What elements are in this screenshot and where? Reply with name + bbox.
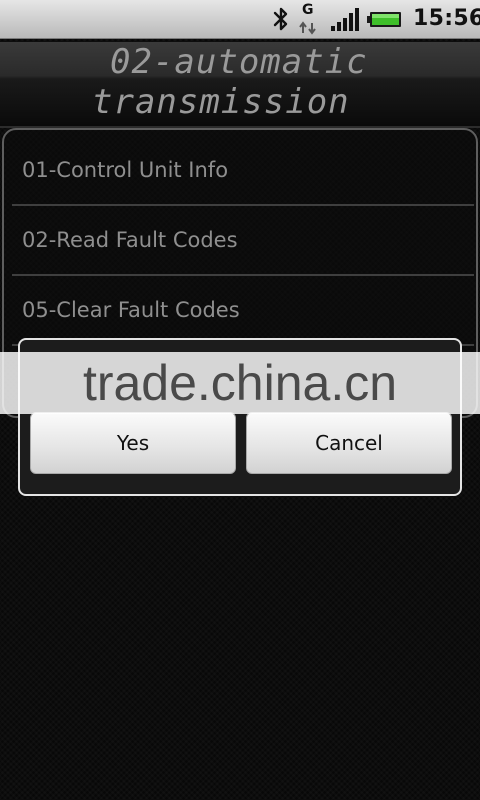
list-item-label: 01-Control Unit Info <box>22 158 229 182</box>
page-title-line2: transmission <box>92 82 350 122</box>
page-header: 02-automatic transmission <box>0 42 480 128</box>
clock-time: 15:56 <box>413 6 480 31</box>
screen: G 15:56 02-automatic transmission 01-Con… <box>0 0 480 800</box>
list-item-clear-fault-codes[interactable]: 05-Clear Fault Codes <box>12 278 474 346</box>
status-bar: G 15:56 <box>0 0 480 39</box>
list-item-label: 05-Clear Fault Codes <box>22 298 240 322</box>
cancel-button[interactable]: Cancel <box>246 412 452 474</box>
list-item-label: 02-Read Fault Codes <box>22 228 238 252</box>
list-item-control-unit-info[interactable]: 01-Control Unit Info <box>12 138 474 206</box>
battery-icon <box>367 12 401 27</box>
signal-strength-icon <box>331 8 359 31</box>
watermark-text: trade.china.cn <box>82 355 398 411</box>
yes-button[interactable]: Yes <box>30 412 236 474</box>
gprs-data-icon: G <box>297 2 319 35</box>
list-item-read-fault-codes[interactable]: 02-Read Fault Codes <box>12 208 474 276</box>
page-title-line1: 02-automatic <box>110 42 368 82</box>
data-arrows-icon <box>299 21 316 35</box>
bluetooth-icon <box>273 7 288 31</box>
